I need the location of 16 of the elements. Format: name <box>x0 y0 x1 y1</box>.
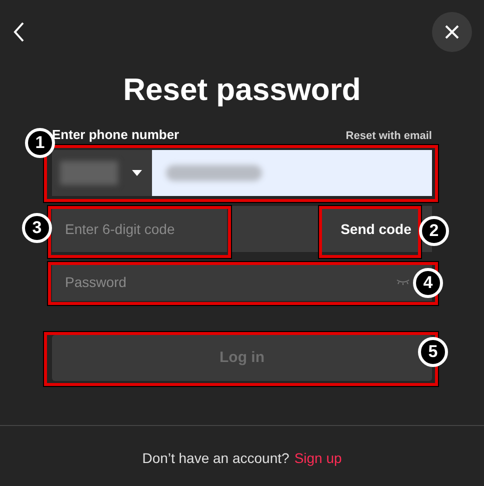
footer-text: Don’t have an account? <box>142 449 290 468</box>
eye-closed-icon[interactable] <box>396 279 410 285</box>
blurred-text <box>60 161 118 185</box>
code-input-field[interactable]: Enter 6-digit code <box>52 206 227 252</box>
step-number: 2 <box>419 216 449 246</box>
sign-up-link[interactable]: Sign up <box>294 448 342 469</box>
field-label: Enter phone number <box>52 126 180 144</box>
step-number: 3 <box>22 213 52 243</box>
caret-icon <box>132 170 142 176</box>
dialog-title: Reset password <box>123 71 361 109</box>
close-icon <box>444 24 460 40</box>
step-number: 5 <box>418 337 448 367</box>
back-icon[interactable] <box>12 21 26 43</box>
close-button[interactable] <box>432 12 472 52</box>
reset-email-link[interactable]: Reset with email <box>346 128 432 144</box>
phone-input-field[interactable] <box>152 150 432 196</box>
